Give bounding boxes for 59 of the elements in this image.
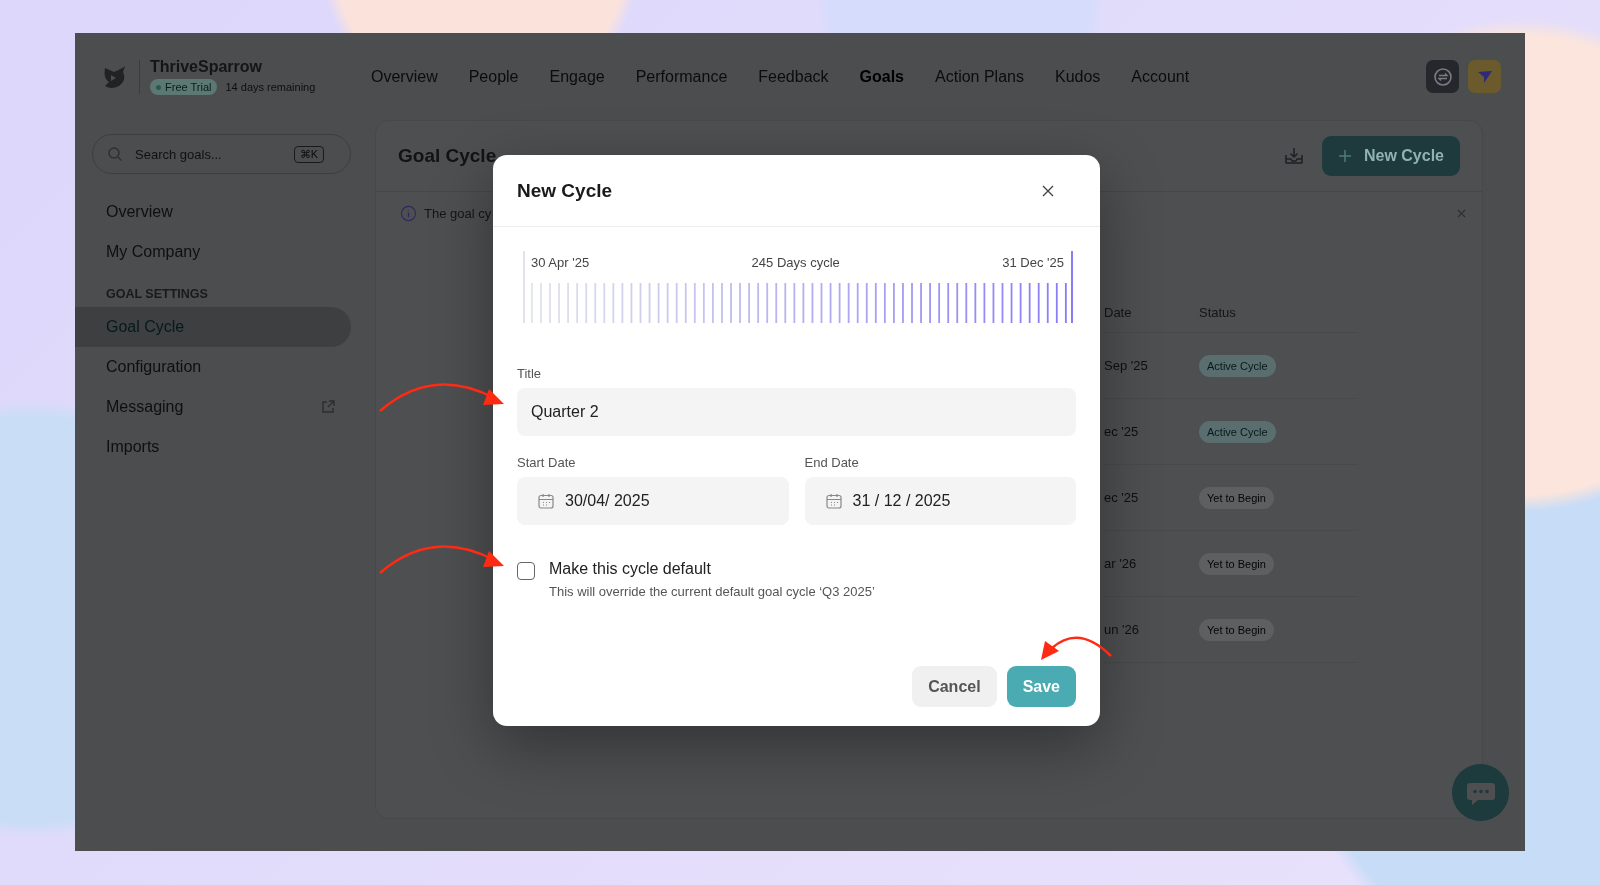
table-cell-text: ec '25 (1104, 490, 1140, 505)
status-badge: Yet to Begin (1199, 552, 1274, 575)
field-label: Start Date (517, 455, 577, 470)
end-date-label: 31 Dec '25 (1002, 255, 1064, 270)
nav-link[interactable]: Overview (371, 67, 438, 86)
nav-link[interactable]: Kudos (1054, 67, 1101, 86)
search-field[interactable]: Search goals... (133, 145, 284, 163)
calendar-icon (537, 492, 555, 510)
status-badge: Yet to Begin (1199, 486, 1274, 509)
field-label: Title (517, 366, 543, 381)
sidebar-item[interactable]: Messaging (75, 387, 351, 427)
trial-note: 14 days remaining (225, 81, 316, 93)
new-cycle-button[interactable]: New Cycle (1321, 136, 1460, 176)
app-name: ThriveSparrow (150, 58, 264, 76)
sidebar-item[interactable]: Goal Cycle (75, 307, 351, 347)
field-label: End Date (804, 455, 860, 470)
avatar-icon[interactable] (1468, 60, 1501, 93)
checkbox[interactable] (517, 562, 535, 580)
checkbox-label: Make this cycle default (549, 560, 712, 578)
status-badge: Active Cycle (1199, 420, 1276, 443)
nav-link[interactable]: People (468, 67, 519, 86)
calendar-icon (824, 492, 843, 510)
save-button[interactable]: Save (1006, 666, 1076, 707)
plan-badge: Free Trial (150, 79, 218, 95)
switch-icon[interactable] (1426, 60, 1459, 93)
end-date-field[interactable]: 31 / 12 / 2025 (804, 477, 1076, 525)
checkbox-hint: This will override the current default goal cycle ‘Q3 2025’ (549, 584, 875, 599)
sidebar-item[interactable]: My Company (75, 232, 351, 272)
nav-link[interactable]: Goals (859, 67, 904, 86)
start-date-field[interactable]: 30/04/ 2025 (517, 477, 789, 525)
sidebar-item[interactable]: Configuration (75, 347, 351, 387)
column-header: Status (1199, 304, 1237, 320)
nav-link[interactable]: Account (1131, 67, 1190, 86)
column-header: Date (1104, 304, 1133, 320)
sidebar-item[interactable]: Imports (75, 427, 351, 467)
status-badge: Active Cycle (1199, 354, 1276, 377)
status-badge: Yet to Begin (1199, 618, 1274, 641)
table-cell-text: ec '25 (1104, 424, 1140, 439)
nav-link[interactable]: Performance (635, 67, 728, 86)
title-input-field[interactable]: Quarter 2 (517, 388, 1076, 436)
nav-link[interactable]: Engage (549, 67, 605, 86)
table-cell-text: un '26 (1104, 622, 1140, 637)
download-icon[interactable] (1282, 145, 1305, 167)
close-icon[interactable] (1042, 184, 1054, 197)
search-icon (107, 146, 123, 162)
page-title: Goal Cycle (398, 145, 497, 167)
table-cell-text: Sep '25 (1104, 358, 1149, 373)
info-icon (400, 204, 417, 222)
dialog-title: New Cycle (517, 179, 613, 202)
cycle-length-label: 245 Days cycle (751, 255, 840, 270)
nav-link[interactable]: Feedback (758, 67, 829, 86)
sidebar-item[interactable]: Overview (75, 192, 351, 232)
nav-link[interactable]: Action Plans (935, 67, 1024, 86)
chat-button[interactable] (1452, 764, 1509, 821)
cancel-button[interactable]: Cancel (912, 666, 997, 707)
table-cell-text: ar '26 (1104, 556, 1138, 571)
plus-icon (1337, 149, 1352, 163)
start-date-label: 30 Apr '25 (531, 255, 590, 270)
shortcut-key: ⌘K (293, 145, 324, 163)
